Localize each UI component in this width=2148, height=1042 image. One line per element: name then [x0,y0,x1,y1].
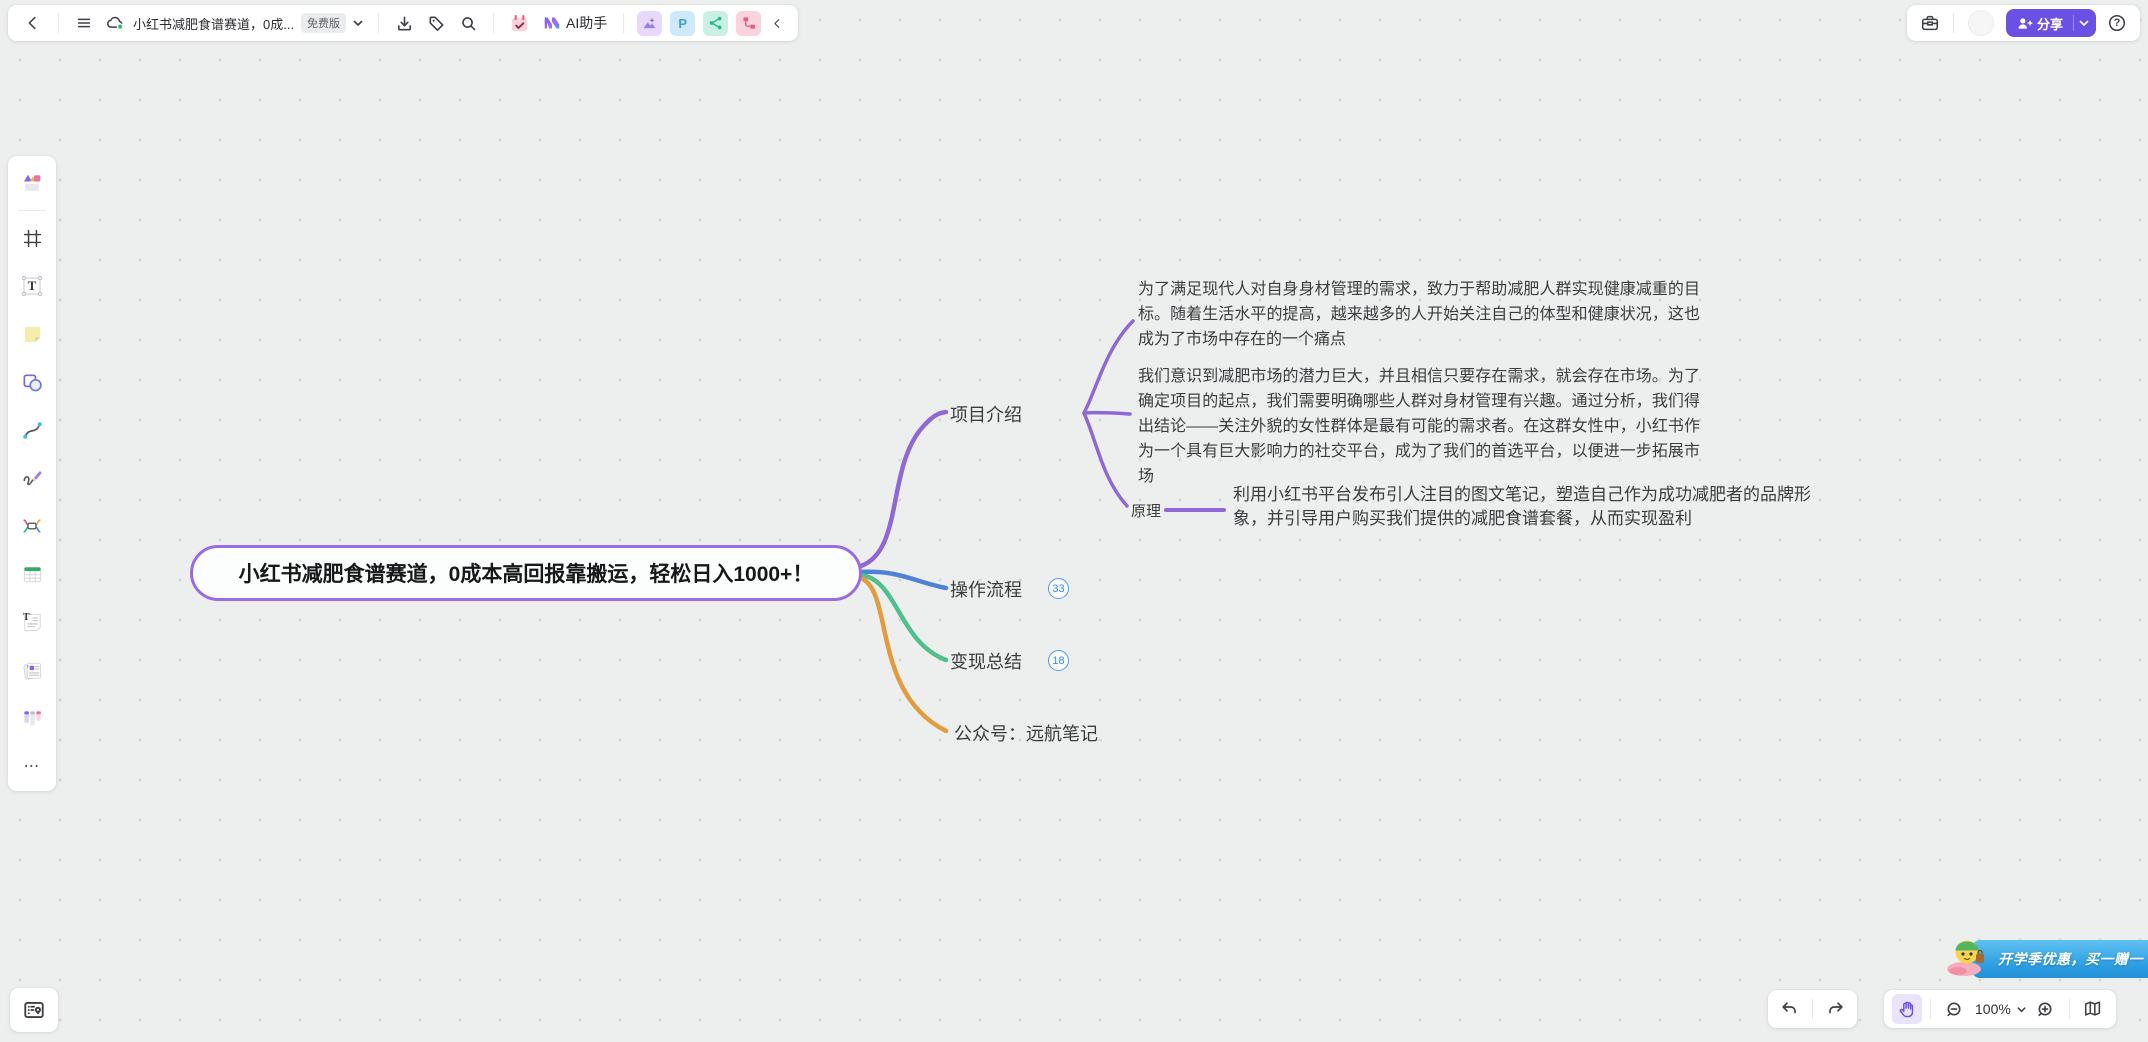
hand-icon [1897,999,1917,1019]
node-principle-text[interactable]: 利用小红书平台发布引人注目的图文笔记，塑造自己作为成功减肥者的品牌形象，并引导用… [1233,483,1821,531]
doc-letter-t-glyph: T [23,612,30,623]
view-controls-panel: 100% [1884,990,2116,1028]
pen-tool[interactable] [15,461,49,495]
divider [18,210,46,211]
zoom-in-button[interactable] [2031,994,2061,1024]
divider [1930,999,1931,1019]
topbar-right-panel: 分享 ? [1907,5,2140,41]
undo-button[interactable] [1774,994,1804,1024]
search-button[interactable] [453,8,483,38]
promo-banner[interactable]: 开学季优惠，买一赠一 [1972,940,2148,978]
minimap-button[interactable] [10,988,58,1032]
back-button[interactable] [18,8,48,38]
redo-button[interactable] [1821,994,1851,1024]
kanban-tool[interactable] [15,701,49,735]
divider [58,13,59,33]
ai-assistant-label: AI助手 [566,13,607,33]
cloud-sync-icon [101,8,131,38]
divider [2073,15,2074,31]
mindmap-branches [0,0,2148,1042]
connector-tool[interactable] [15,413,49,447]
node-intro-paragraph-2[interactable]: 我们意识到减肥市场的潜力巨大，并且相信只要存在需求，就会存在市场。为了确定项目的… [1138,364,1700,489]
node-principle[interactable]: 原理 [1131,500,1161,521]
divider [493,13,494,33]
image-tool-icon[interactable] [637,11,662,36]
tag-button[interactable] [421,8,451,38]
table-tool[interactable] [15,557,49,591]
card-notes-tool[interactable] [15,653,49,687]
share-button[interactable]: 分享 [2006,9,2096,37]
document-title[interactable]: 小红书减肥食谱赛道，0成... [133,14,293,33]
node-project-intro[interactable]: 项目介绍 [950,401,1022,427]
ai-assistant-button[interactable]: AI助手 [536,8,613,38]
collapse-toolbar-button[interactable] [766,8,788,38]
letter-p-glyph: P [678,16,687,31]
intro-child-line-3 [1084,413,1127,506]
overview-map-button[interactable] [2078,994,2108,1024]
node-operation-flow[interactable]: 操作流程 [950,576,1022,602]
branch-line-intro [861,412,946,566]
divider [1953,13,1954,33]
text-tool[interactable]: T [15,269,49,303]
title-chevron-down-icon[interactable] [348,8,368,38]
mindmap-root-node[interactable]: 小红书减肥食谱赛道，0成本高回报靠搬运，轻松日入1000+！ [190,545,862,601]
divider [623,13,624,33]
mascot-icon [1944,932,1992,980]
add-user-icon [2016,15,2033,32]
toolbox-button[interactable] [1915,8,1945,38]
divider [2069,999,2070,1019]
ai-logo-icon [542,13,562,33]
share-button-label: 分享 [2037,14,2063,33]
divider [1812,999,1813,1019]
topbar-left-panel: 小红书减肥食谱赛道，0成... 免费版 AI助手 [8,5,798,41]
promo-text: 开学季优惠，买一赠一 [1972,949,2143,969]
share-chevron-down-icon[interactable] [2078,17,2090,29]
main-menu-button[interactable] [69,8,99,38]
templates-tool[interactable] [15,166,49,200]
collapsed-count-badge[interactable]: 33 [1048,578,1069,599]
more-tools-button[interactable]: ⋯ [15,749,49,783]
flowchart-tool-icon[interactable] [736,11,761,36]
document-tool[interactable]: T [15,605,49,639]
root-node-label: 小红书减肥食谱赛道，0成本高回报靠搬运，轻松日入1000+！ [239,558,814,588]
history-panel [1768,990,1857,1028]
share-link-tool-icon[interactable] [703,11,728,36]
export-download-button[interactable] [389,8,419,38]
calendar-icon[interactable] [504,8,534,38]
node-official-account[interactable]: 公众号：远航笔记 [954,720,1098,746]
user-avatar[interactable] [1968,10,1994,36]
tool-sidebar: T [8,156,56,791]
node-intro-paragraph-1[interactable]: 为了满足现代人对自身身材管理的需求，致力于帮助减肥人群实现健康减重的目标。随着生… [1138,277,1700,352]
letter-t-glyph: T [28,278,37,294]
sticky-note-tool[interactable] [15,317,49,351]
collapsed-count-badge[interactable]: 18 [1048,650,1069,671]
plan-badge: 免费版 [301,13,346,33]
intro-child-line-1 [1084,321,1133,413]
shapes-tool[interactable] [15,365,49,399]
divider [378,13,379,33]
help-glyph: ? [2114,17,2121,29]
help-button[interactable]: ? [2102,8,2132,38]
intro-child-line-2 [1084,413,1130,414]
mindmap-tool[interactable] [15,509,49,543]
zoom-chevron-down-icon[interactable] [2013,994,2031,1024]
presentation-tool-icon[interactable]: P [670,11,695,36]
hand-tool-button[interactable] [1892,994,1922,1024]
node-monetize-summary[interactable]: 变现总结 [950,648,1022,674]
zoom-level-value[interactable]: 100% [1975,1001,2011,1017]
minimap-icon [22,998,46,1022]
zoom-out-button[interactable] [1939,994,1969,1024]
more-dots-glyph: ⋯ [24,756,41,776]
frame-tool[interactable] [15,221,49,255]
